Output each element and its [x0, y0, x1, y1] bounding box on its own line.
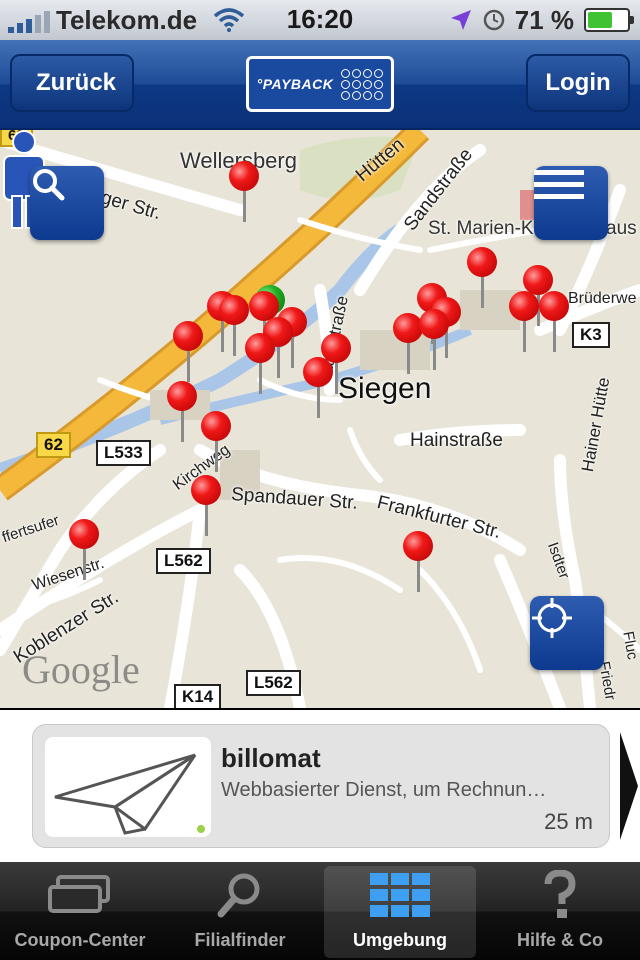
list-view-button[interactable] [534, 166, 608, 240]
card-title: billomat [221, 743, 321, 773]
next-card-arrow-icon[interactable] [618, 730, 640, 842]
search-button[interactable] [30, 166, 104, 240]
tab-label: Hilfe & Co [516, 930, 603, 950]
grid-icon [370, 873, 430, 917]
location-card-strip: billomat Webbasierter Dienst, um Rechnun… [0, 710, 640, 862]
road-shield-k14: K14 [174, 684, 222, 708]
login-button[interactable]: Login [526, 54, 630, 112]
tab-bar: Coupon-Center Filialfinder Umgebung Hilf… [0, 862, 640, 960]
back-button[interactable]: Zurück [10, 54, 135, 112]
map-view[interactable]: Wellersberg St. Marien-K aus Siegen Freu… [0, 130, 640, 708]
back-button-label: Zurück [36, 69, 117, 96]
road-shield-l533: L533 [96, 440, 151, 466]
status-right-group: 71 % [449, 4, 634, 36]
card-description: Webbasierter Dienst, um Rechnun… [221, 779, 547, 801]
locate-me-button[interactable] [530, 596, 604, 670]
road-shield-k3: K3 [572, 322, 610, 348]
card-thumbnail [45, 737, 211, 837]
coupon-icon [48, 875, 110, 913]
crosshair-icon [532, 598, 572, 638]
area-label-st-marien: St. Marien-K [428, 218, 534, 239]
road-shield-62: 62 [36, 432, 71, 458]
payback-logo-text: °PAYBACK [256, 76, 334, 92]
tab-label: Filialfinder [194, 930, 286, 950]
tab-label: Umgebung [353, 930, 447, 950]
magnifier-icon [217, 873, 260, 918]
login-button-label: Login [545, 69, 611, 96]
tab-hilfe[interactable]: Hilfe & Co [480, 862, 640, 960]
road-label-brueder: Brüderwe [568, 290, 637, 307]
search-icon [33, 169, 65, 201]
area-label-haus: aus [606, 218, 637, 239]
road-label-hainstrasse: Hainstraße [410, 430, 503, 451]
navigation-bar: Zurück °PAYBACK Login [0, 40, 640, 130]
status-bar: Telekom.de 16:20 71 % [0, 0, 640, 40]
battery-icon [584, 8, 634, 32]
tab-umgebung[interactable]: Umgebung [320, 862, 480, 960]
battery-percent: 71 % [514, 4, 574, 35]
paper-plane-icon [54, 753, 205, 835]
question-icon [544, 870, 576, 918]
location-arrow-icon [450, 10, 471, 30]
tab-filialfinder[interactable]: Filialfinder [160, 862, 320, 960]
tab-label: Coupon-Center [14, 930, 146, 950]
road-shield-l562-b: L562 [246, 670, 301, 696]
location-card[interactable]: billomat Webbasierter Dienst, um Rechnun… [32, 724, 610, 848]
menu-icon [534, 170, 584, 199]
payback-dots-icon [341, 68, 384, 100]
card-distance: 25 m [544, 809, 593, 834]
alarm-clock-icon [483, 9, 504, 31]
road-shield-l562-a: L562 [156, 548, 211, 574]
tab-coupon-center[interactable]: Coupon-Center [0, 862, 160, 960]
city-label-siegen: Siegen [338, 372, 432, 405]
google-attribution: Google [22, 647, 140, 692]
payback-logo: °PAYBACK [246, 56, 394, 112]
